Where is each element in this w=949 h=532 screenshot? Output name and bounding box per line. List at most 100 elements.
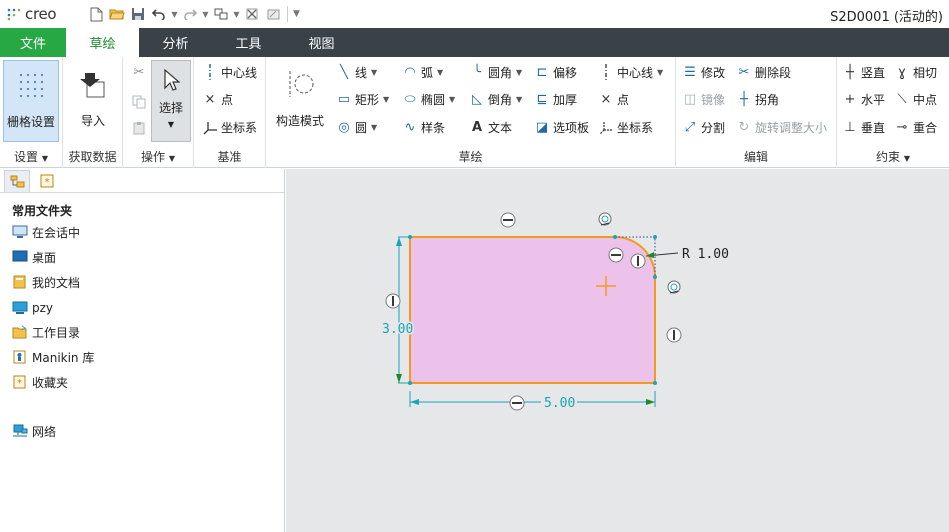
sketch-csys-icon (598, 119, 614, 135)
regenerate-icon[interactable] (211, 4, 231, 24)
construction-mode-button[interactable]: 构造模式 (270, 60, 330, 142)
horizontal-constraint-fillet[interactable] (608, 247, 624, 263)
rotate-resize-button[interactable]: ↻ 旋转调整大小 (736, 116, 827, 138)
folder-desktop[interactable]: 桌面 (12, 247, 56, 267)
text-button[interactable]: A 文本 (469, 116, 512, 138)
datum-point-button[interactable]: × 点 (202, 88, 233, 110)
datum-centerline-button[interactable]: 中心线 (202, 61, 257, 83)
group-label-operations[interactable]: 操作 ▼ (123, 148, 193, 165)
tab-view[interactable]: 视图 (285, 28, 358, 57)
thicken-button[interactable]: ⊑ 加厚 (534, 88, 577, 110)
tab-tools[interactable]: 工具 (212, 28, 285, 57)
open-icon[interactable] (107, 4, 127, 24)
svg-text:*: * (45, 177, 50, 188)
vertical-constraint-fillet[interactable] (630, 253, 646, 269)
tangent-button[interactable]: ɣ 相切 (894, 61, 937, 83)
folder-tree-icon (10, 175, 24, 187)
modify-button[interactable]: ☰ 修改 (682, 61, 725, 83)
divide-button[interactable]: ⤢ 分割 (682, 116, 725, 138)
vertical-button[interactable]: ┼ 竖直 (842, 61, 885, 83)
sketch-point-button[interactable]: × 点 (598, 88, 629, 110)
palette-button[interactable]: ◪ 选项板 (534, 116, 589, 138)
import-button[interactable]: 导入 (67, 60, 119, 142)
sketch-canvas[interactable]: 3.00 5.00 R 1.00 (286, 169, 949, 532)
tab-analysis[interactable]: 分析 (139, 28, 212, 57)
vertical-constraint-left[interactable] (385, 293, 401, 309)
delete-segment-button[interactable]: ✂ 删除段 (736, 61, 791, 83)
vertical-constraint-right[interactable] (666, 327, 682, 343)
offset-button[interactable]: ⊏ 偏移 (534, 61, 577, 83)
delete-segment-icon: ✂ (738, 64, 750, 80)
group-sketch: 构造模式 ╲ 线 ▼ ▭ 矩形 ▼ ◎ 圆 ▼ ◠ 弧 ▼ ⬭ 椭圆 ▼ ∿ 样条 ╰ 圆角 ▼ ◺ 倒角 ▼… (266, 57, 676, 168)
tangent-icon: ɣ (898, 64, 906, 80)
dimension-height[interactable]: 3.00 (381, 236, 415, 384)
tangent-constraint-top[interactable] (598, 212, 612, 226)
group-operations: ✂ 选择 ▼ 操作 ▼ (123, 57, 194, 168)
corner-button[interactable]: ┼ 拐角 (736, 88, 779, 110)
dimension-height-value[interactable]: 3.00 (381, 321, 415, 339)
cut-icon[interactable]: ✂ (130, 63, 148, 81)
new-icon[interactable] (86, 4, 106, 24)
line-button[interactable]: ╲ 线 ▼ (336, 61, 377, 83)
computer-icon (12, 301, 28, 315)
group-label-settings[interactable]: 设置 ▼ (0, 148, 62, 165)
dimension-width[interactable]: 5.00 (409, 391, 656, 411)
save-icon[interactable] (128, 4, 148, 24)
midpoint-button[interactable]: ⟍ 中点 (894, 88, 937, 110)
circle-icon: ◎ (338, 119, 350, 135)
spline-button[interactable]: ∿ 样条 (402, 116, 445, 138)
ellipse-button[interactable]: ⬭ 椭圆 ▼ (402, 88, 455, 110)
group-label-constrain[interactable]: 约束 ▼ (837, 148, 949, 165)
cursor-icon (162, 65, 180, 95)
chamfer-button[interactable]: ◺ 倒角 ▼ (469, 88, 522, 110)
sketch-graphics[interactable]: 3.00 5.00 R 1.00 (286, 169, 949, 532)
sketch-centerline-button[interactable]: 中心线 ▼ (598, 61, 663, 83)
horizontal-constraint-bottom[interactable] (509, 395, 525, 411)
folder-manikin-library[interactable]: Manikin 库 (12, 347, 94, 367)
rectangle-button[interactable]: ▭ 矩形 ▼ (336, 88, 389, 110)
rectangle-icon: ▭ (337, 91, 351, 107)
sketch-csys-button[interactable]: 坐标系 (598, 116, 653, 138)
circle-button[interactable]: ◎ 圆 ▼ (336, 116, 377, 138)
window-icon[interactable] (263, 4, 283, 24)
folder-browser-tab[interactable] (4, 169, 30, 192)
folder-in-session[interactable]: 在会话中 (12, 222, 80, 242)
ribbon: 栅格设置 设置 ▼ 导入 获取数据 ✂ 选择 ▼ 操作 ▼ 中心线 × 点 坐标… (0, 57, 949, 168)
select-button[interactable]: 选择 ▼ (151, 60, 191, 142)
coincident-button[interactable]: ⊸ 重合 (894, 116, 937, 138)
construction-mode-icon (284, 64, 316, 104)
ellipse-icon: ⬭ (404, 91, 416, 107)
redo-dropdown-icon[interactable]: ▼ (201, 10, 210, 19)
window-dropdown-icon[interactable]: ▼ (232, 10, 241, 19)
folder-pzy[interactable]: pzy (12, 298, 53, 318)
paste-icon[interactable] (130, 119, 148, 137)
toolbar-separator (287, 6, 288, 22)
tab-file[interactable]: 文件 (0, 28, 66, 57)
folder-my-documents[interactable]: 我的文档 (12, 272, 80, 292)
undo-dropdown-icon[interactable]: ▼ (170, 10, 179, 19)
perpendicular-button[interactable]: ⊥ 垂直 (842, 116, 885, 138)
customize-icon[interactable]: ▼ (292, 9, 301, 19)
tab-sketch[interactable]: 草绘 (66, 28, 139, 57)
arc-button[interactable]: ◠ 弧 ▼ (402, 61, 443, 83)
dimension-radius-value[interactable]: R 1.00 (682, 247, 729, 262)
datum-csys-button[interactable]: 坐标系 (202, 116, 257, 138)
dimension-width-value[interactable]: 5.00 (544, 396, 575, 411)
grid-settings-button[interactable]: 栅格设置 (3, 60, 59, 142)
folder-working-directory[interactable]: 工作目录 (12, 322, 80, 342)
folder-favorites[interactable]: * 收藏夹 (12, 372, 68, 392)
mirror-button[interactable]: ◫ 镜像 (682, 88, 725, 110)
title-bar: creo ▼ ▼ ▼ ▼ S2D0001 (活动的) (0, 0, 949, 28)
horizontal-constraint-top[interactable] (500, 212, 516, 228)
horizontal-button[interactable]: + 水平 (842, 88, 885, 110)
copy-icon[interactable] (130, 93, 148, 111)
dimension-radius[interactable]: R 1.00 (645, 247, 729, 262)
favorites-tab[interactable]: * (34, 170, 60, 192)
folder-network[interactable]: 网络 (12, 421, 56, 441)
undo-icon[interactable] (149, 4, 169, 24)
thicken-icon: ⊑ (536, 91, 548, 107)
tangent-constraint-right[interactable] (667, 280, 681, 294)
redo-icon[interactable] (180, 4, 200, 24)
fillet-button[interactable]: ╰ 圆角 ▼ (469, 61, 522, 83)
close-window-icon[interactable] (242, 4, 262, 24)
